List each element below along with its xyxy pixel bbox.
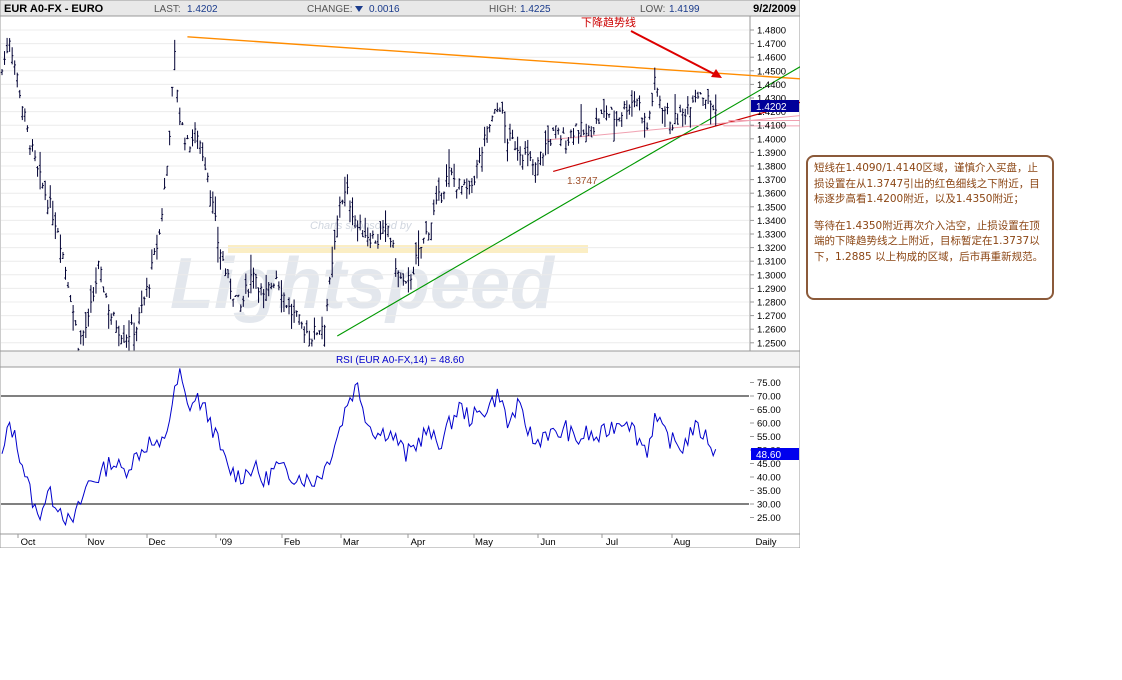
rsi-tick-label: 70.00 (757, 392, 781, 403)
analysis-note: 短线在1.4090/1.4140区域，谨慎介入买盘，止损设置在从1.3747引出… (806, 155, 1054, 300)
chart-date: 9/2/2009 (753, 3, 796, 15)
rsi-tick-label: 75.00 (757, 378, 781, 389)
low-value: 1.4199 (669, 4, 700, 15)
x-axis-label: Daily (755, 537, 776, 548)
x-axis-label: Jun (540, 537, 555, 548)
x-axis-label: Apr (411, 537, 426, 548)
watermark-brand: Lightspeed (170, 244, 556, 324)
high-value: 1.4225 (520, 4, 551, 15)
x-axis-label: Aug (674, 537, 691, 548)
price-tick-label: 1.3100 (757, 257, 786, 268)
price-tick-label: 1.3700 (757, 175, 786, 186)
rsi-tick-label: 55.00 (757, 432, 781, 443)
rsi-last-tag-text: 48.60 (756, 450, 781, 461)
last-value: 1.4202 (187, 4, 218, 15)
symbol-title: EUR A0-FX - EURO (4, 3, 104, 15)
price-tick-label: 1.4700 (757, 39, 786, 50)
x-axis-label: Jul (606, 537, 618, 548)
price-tick-label: 1.3600 (757, 189, 786, 200)
price-tick-label: 1.4800 (757, 26, 786, 37)
watermark-sponsor: Charts sponsored by (310, 220, 413, 232)
price-tick-label: 1.3400 (757, 216, 786, 227)
rsi-tick-label: 25.00 (757, 513, 781, 524)
x-axis-label: '09 (220, 537, 232, 548)
last-price-tag-text: 1.4202 (756, 102, 787, 113)
chart-svg: EUR A0-FX - EURO LAST: 1.4202 CHANGE: 0.… (0, 0, 894, 549)
x-axis-label: Oct (21, 537, 36, 548)
price-tick-label: 1.4400 (757, 80, 786, 91)
price-tick-label: 1.4100 (757, 121, 786, 132)
price-tick-label: 1.3500 (757, 202, 786, 213)
rsi-title: RSI (EUR A0-FX,14) = 48.60 (336, 355, 465, 366)
price-tick-label: 1.2600 (757, 325, 786, 336)
price-tick-label: 1.4500 (757, 66, 786, 77)
high-label: HIGH: (489, 4, 517, 15)
price-tick-label: 1.3900 (757, 148, 786, 159)
price-tick-label: 1.4000 (757, 134, 786, 145)
price-tick-label: 1.3200 (757, 243, 786, 254)
price-tick-label: 1.2800 (757, 298, 786, 309)
price-tick-label: 1.2500 (757, 338, 786, 349)
x-axis-label: Mar (343, 537, 359, 548)
x-axis-label: Dec (149, 537, 166, 548)
note-paragraph-1: 短线在1.4090/1.4140区域，谨慎介入买盘，止损设置在从1.3747引出… (814, 162, 1040, 205)
price-tick-label: 1.4600 (757, 53, 786, 64)
downtrend-label: 下降趋势线 (581, 15, 636, 29)
note-paragraph-2: 等待在1.4350附近再次介入沽空，止损设置在顶端的下降趋势线之上附近，目标暂定… (814, 219, 1044, 263)
price-tick-label: 1.3800 (757, 162, 786, 173)
rsi-tick-label: 35.00 (757, 486, 781, 497)
price-tick-label: 1.3000 (757, 270, 786, 281)
change-label: CHANGE: (307, 4, 353, 15)
x-axis-label: Nov (88, 537, 105, 548)
stock-chart: EUR A0-FX - EURO LAST: 1.4202 CHANGE: 0.… (0, 0, 894, 549)
change-value: 0.0016 (369, 4, 400, 15)
price-tick-label: 1.3300 (757, 230, 786, 241)
price-tick-label: 1.2900 (757, 284, 786, 295)
low-point-label: 1.3747 (567, 176, 598, 187)
rsi-tick-label: 60.00 (757, 419, 781, 430)
last-label: LAST: (154, 4, 181, 15)
x-axis-label: May (475, 537, 493, 548)
price-tick-label: 1.2700 (757, 311, 786, 322)
rsi-tick-label: 40.00 (757, 473, 781, 484)
x-axis-label: Feb (284, 537, 300, 548)
low-label: LOW: (640, 4, 665, 15)
rsi-tick-label: 30.00 (757, 500, 781, 511)
rsi-tick-label: 65.00 (757, 405, 781, 416)
